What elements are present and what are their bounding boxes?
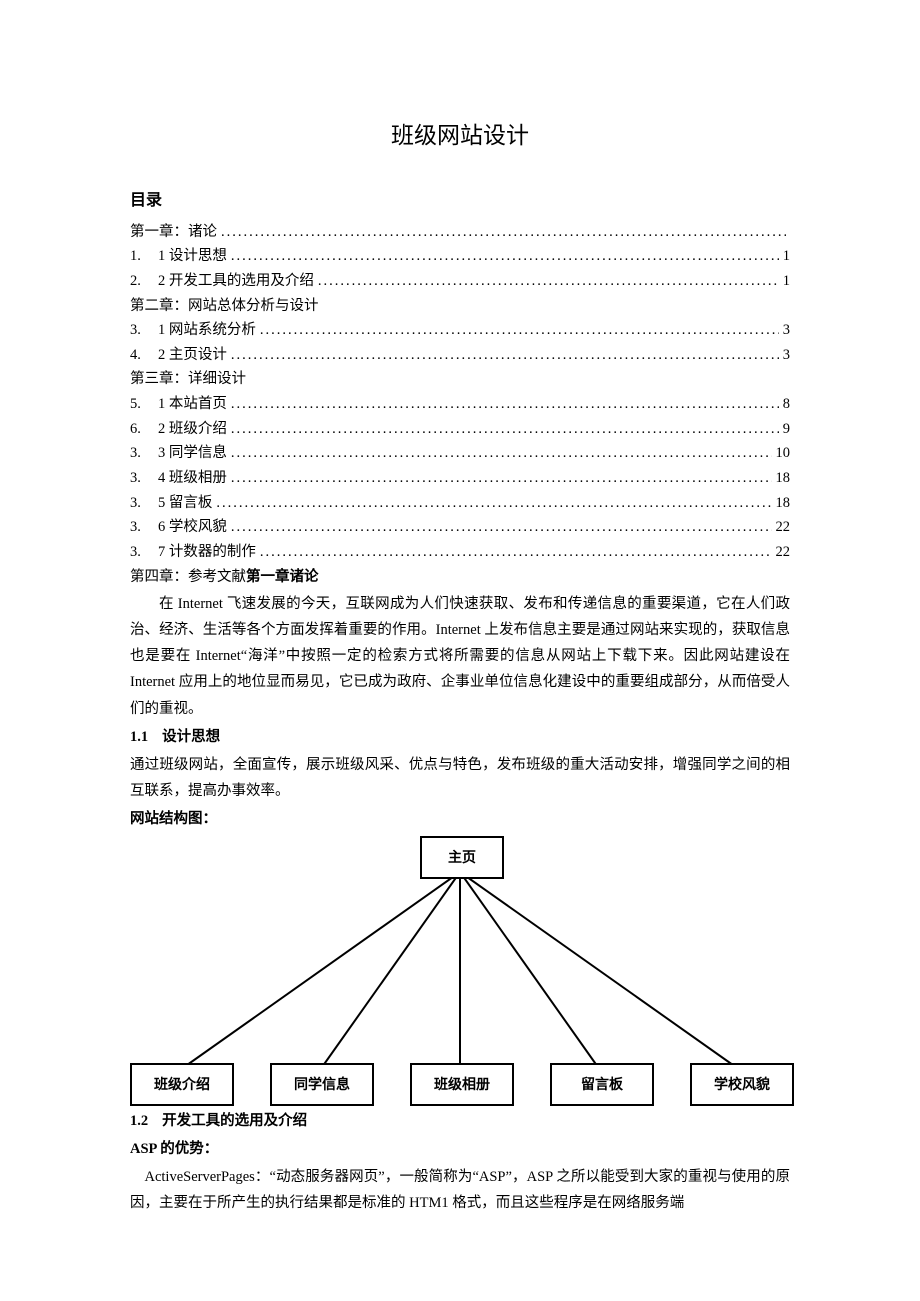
- toc-leader-dots: [231, 343, 779, 368]
- toc-chapter-3: 第三章：详细设计: [130, 367, 790, 392]
- diagram-node: 留言板: [550, 1063, 654, 1106]
- toc-label: 1 本站首页: [158, 392, 227, 417]
- toc-chapter-1: 第一章：诸论: [130, 220, 790, 245]
- toc-page: 9: [783, 417, 790, 442]
- toc-num: 2.: [130, 269, 158, 294]
- section-1-1-heading: 1.1 设计思想: [130, 724, 790, 750]
- toc-label: 2 开发工具的选用及介绍: [158, 269, 314, 294]
- toc-num: 4.: [130, 343, 158, 368]
- toc-label: 1 设计思想: [158, 244, 227, 269]
- toc-num: 1.: [130, 244, 158, 269]
- section-1-1-paragraph: 通过班级网站，全面宣传，展示班级风采、优点与特色，发布班级的重大活动安排，增强同…: [130, 752, 790, 804]
- toc-num: 3.: [130, 515, 158, 540]
- toc-leader-dots: [231, 417, 779, 442]
- chapter1-heading-inline: 第一章诸论: [246, 569, 319, 585]
- toc-row: 3. 4 班级相册 18: [130, 466, 790, 491]
- asp-paragraph: ActiveServerPages：“动态服务器网页”，一般简称为“ASP”，A…: [130, 1164, 790, 1216]
- section-1-2-heading: 1.2 开发工具的选用及介绍: [130, 1108, 790, 1134]
- toc-leader-dots: [260, 540, 772, 565]
- site-structure-diagram: 主页 班级介绍 同学信息 班级相册 留言板 学校风貌: [130, 836, 790, 1106]
- toc-num: 3.: [130, 441, 158, 466]
- section-1-1-text: 设计思想: [162, 729, 220, 745]
- toc-label: 2 主页设计: [158, 343, 227, 368]
- toc-row: 5. 1 本站首页 8: [130, 392, 790, 417]
- section-1-1-num: 1.1: [130, 729, 148, 745]
- toc-row: 3. 5 留言板 18: [130, 491, 790, 516]
- toc-page: 8: [783, 392, 790, 417]
- diagram-node: 学校风貌: [690, 1063, 794, 1106]
- toc-num: 5.: [130, 392, 158, 417]
- toc-row: 4. 2 主页设计 3: [130, 343, 790, 368]
- toc-page: 22: [776, 515, 791, 540]
- toc-page: 1: [783, 244, 790, 269]
- toc-chapter-2: 第二章：网站总体分析与设计: [130, 294, 790, 319]
- section-1-2-num: 1.2: [130, 1113, 148, 1129]
- toc-label: 5 留言板: [158, 491, 212, 516]
- toc-heading: 目录: [130, 187, 790, 216]
- toc-label: 7 计数器的制作: [158, 540, 256, 565]
- toc-leader-dots: [216, 491, 771, 516]
- toc-chapter-4-prefix: 第四章：参考文献: [130, 569, 246, 585]
- toc-row: 3. 7 计数器的制作 22: [130, 540, 790, 565]
- toc-leader-dots: [231, 466, 772, 491]
- toc-num: 3.: [130, 318, 158, 343]
- diagram-node: 同学信息: [270, 1063, 374, 1106]
- table-of-contents: 第一章：诸论 1. 1 设计思想 1 2. 2 开发工具的选用及介绍 1 第二章…: [130, 220, 790, 590]
- toc-label: 第一章：诸论: [130, 220, 217, 245]
- document-title: 班级网站设计: [130, 115, 790, 156]
- toc-page: 10: [776, 441, 791, 466]
- toc-chapter-4: 第四章：参考文献第一章诸论: [130, 565, 790, 590]
- diagram-node: 班级介绍: [130, 1063, 234, 1106]
- toc-row: 1. 1 设计思想 1: [130, 244, 790, 269]
- toc-page: 3: [783, 318, 790, 343]
- toc-row: 3. 6 学校风貌 22: [130, 515, 790, 540]
- toc-row: 2. 2 开发工具的选用及介绍 1: [130, 269, 790, 294]
- toc-label: 6 学校风貌: [158, 515, 227, 540]
- toc-leader-dots: [231, 392, 779, 417]
- toc-num: 6.: [130, 417, 158, 442]
- section-1-2-text: 开发工具的选用及介绍: [162, 1113, 307, 1129]
- toc-page: 3: [783, 343, 790, 368]
- toc-num: 3.: [130, 491, 158, 516]
- toc-page: 22: [776, 540, 791, 565]
- diagram-node: 班级相册: [410, 1063, 514, 1106]
- toc-row: 6. 2 班级介绍 9: [130, 417, 790, 442]
- toc-num: 3.: [130, 466, 158, 491]
- toc-row: 3. 3 同学信息 10: [130, 441, 790, 466]
- toc-label: 1 网站系统分析: [158, 318, 256, 343]
- toc-num: 3.: [130, 540, 158, 565]
- structure-diagram-heading: 网站结构图：: [130, 806, 790, 832]
- toc-label: 3 同学信息: [158, 441, 227, 466]
- diagram-root-node: 主页: [420, 836, 504, 879]
- asp-advantages-heading: ASP 的优势：: [130, 1136, 790, 1162]
- toc-leader-dots: [231, 515, 772, 540]
- toc-page: 18: [776, 466, 791, 491]
- toc-label: 2 班级介绍: [158, 417, 227, 442]
- toc-leader-dots: [231, 441, 772, 466]
- toc-page: 18: [776, 491, 791, 516]
- toc-leader-dots: [221, 220, 786, 245]
- toc-leader-dots: [231, 244, 779, 269]
- toc-row: 3. 1 网站系统分析 3: [130, 318, 790, 343]
- toc-label: 4 班级相册: [158, 466, 227, 491]
- intro-paragraph: 在 Internet 飞速发展的今天，互联网成为人们快速获取、发布和传递信息的重…: [130, 591, 790, 721]
- toc-page: 1: [783, 269, 790, 294]
- toc-leader-dots: [318, 269, 779, 294]
- toc-leader-dots: [260, 318, 779, 343]
